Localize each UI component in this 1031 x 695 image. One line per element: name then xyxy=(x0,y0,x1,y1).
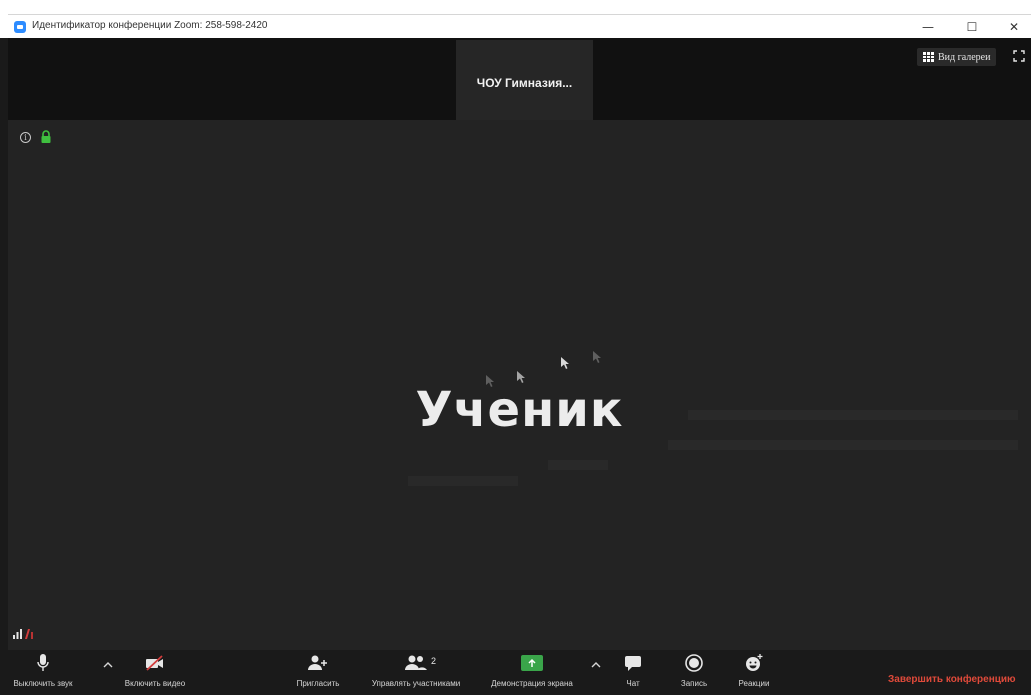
mute-label: Выключить звук xyxy=(13,679,73,688)
record-label: Запись xyxy=(680,679,708,688)
reactions-icon xyxy=(746,654,763,671)
chat-icon xyxy=(625,656,641,671)
share-screen-label: Демонстрация экрана xyxy=(491,679,573,688)
participants-icon xyxy=(405,655,427,670)
lock-icon[interactable] xyxy=(40,130,52,144)
video-button[interactable]: Включить видео xyxy=(116,650,194,695)
share-screen-icon xyxy=(521,655,543,671)
video-off-icon xyxy=(146,655,163,671)
share-screen-button[interactable]: Демонстрация экрана xyxy=(480,650,584,695)
window-title: Идентификатор конференции Zoom: 258-598-… xyxy=(32,20,268,31)
cursor-trail-icon xyxy=(593,351,601,363)
thumbnail-participant-name: ЧОУ Гимназия... xyxy=(476,76,573,90)
invite-button[interactable]: Пригласить xyxy=(292,650,344,695)
participants-count-badge: 2 xyxy=(431,656,437,666)
add-person-icon xyxy=(308,655,327,670)
ghost-artifact xyxy=(548,460,608,470)
gallery-grid-icon xyxy=(923,52,934,62)
record-icon xyxy=(685,654,703,672)
signal-icon[interactable] xyxy=(12,626,38,640)
microphone-icon xyxy=(37,654,49,671)
info-icon[interactable]: i xyxy=(20,132,31,143)
ghost-artifact xyxy=(408,476,518,486)
maximize-button[interactable]: ☐ xyxy=(954,15,990,39)
chevron-up-icon[interactable] xyxy=(590,660,602,670)
active-speaker-name: Ученик xyxy=(415,382,624,438)
record-button[interactable]: Запись xyxy=(676,650,712,695)
manage-participants-button[interactable]: Управлять участниками xyxy=(352,650,480,695)
screenshot-frame: Идентификатор конференции Zoom: 258-598-… xyxy=(0,0,1031,695)
invite-label: Пригласить xyxy=(296,679,340,688)
reactions-label: Реакции xyxy=(738,679,770,688)
active-speaker-view: i Ученик xyxy=(8,120,1031,650)
background-window-edge xyxy=(0,38,8,695)
close-button[interactable]: ✕ xyxy=(996,15,1031,39)
participant-thumbnail[interactable]: ЧОУ Гимназия... xyxy=(456,40,593,120)
cursor-icon xyxy=(561,357,569,369)
chat-label: Чат xyxy=(626,679,640,688)
minimize-button[interactable]: — xyxy=(910,15,946,39)
chevron-up-icon[interactable] xyxy=(102,660,114,670)
meeting-toolbar: Выключить звук Включить видео Пригласить… xyxy=(8,650,1031,695)
participants-label: Управлять участниками xyxy=(371,679,461,688)
title-bar: Идентификатор конференции Zoom: 258-598-… xyxy=(8,14,1031,38)
ghost-artifact xyxy=(668,440,1018,450)
video-label: Включить видео xyxy=(124,679,186,688)
reactions-button[interactable]: Реакции xyxy=(732,650,776,695)
end-meeting-button[interactable]: Завершить конференцию xyxy=(888,674,1016,685)
video-thumbnail-strip: ЧОУ Гимназия... Вид галереи xyxy=(8,38,1031,120)
chat-button[interactable]: Чат xyxy=(618,650,648,695)
fullscreen-icon[interactable] xyxy=(1013,50,1025,62)
gallery-view-button[interactable]: Вид галереи xyxy=(917,48,997,66)
zoom-app-icon xyxy=(14,21,26,33)
mute-button[interactable]: Выключить звук xyxy=(8,650,78,695)
gallery-view-label: Вид галереи xyxy=(938,51,991,63)
zoom-meeting-window: Идентификатор конференции Zoom: 258-598-… xyxy=(8,14,1031,695)
